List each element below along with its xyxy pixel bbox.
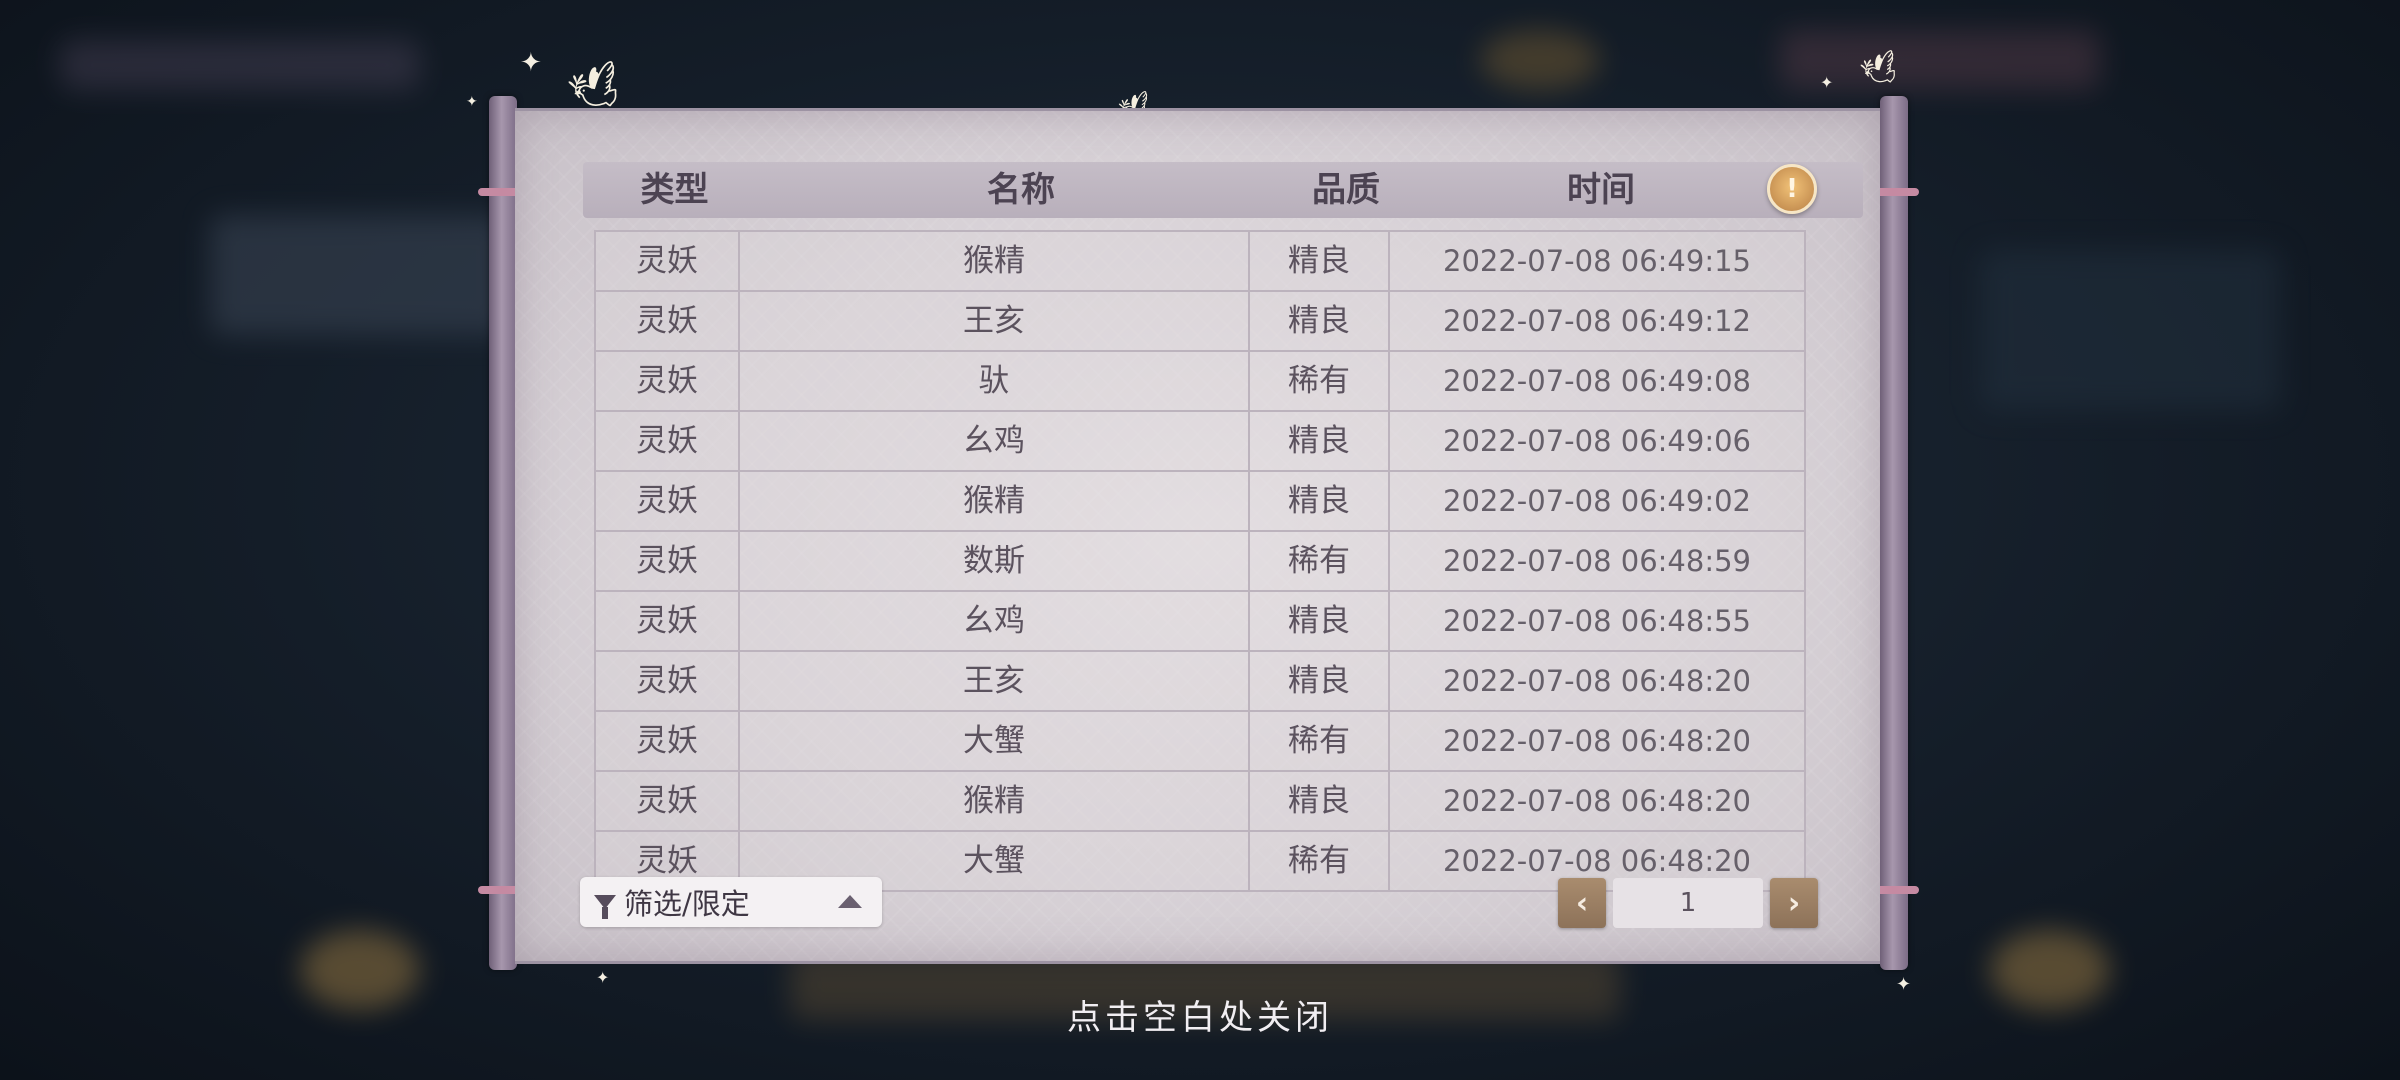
table-header: 类型 名称 品质 时间 — [583, 162, 1863, 218]
background-panel — [210, 215, 510, 335]
cell-name: 数斯 — [740, 532, 1250, 590]
table-row: 灵妖 王亥 精良 2022-07-08 06:48:20 — [594, 652, 1806, 712]
cell-quality: 稀有 — [1250, 712, 1390, 770]
background-title — [60, 40, 420, 90]
cell-type: 灵妖 — [596, 772, 740, 830]
background-coin-icon — [1480, 30, 1600, 90]
next-page-button[interactable]: › — [1770, 878, 1818, 928]
cell-name: 王亥 — [740, 292, 1250, 350]
cell-time: 2022-07-08 06:49:06 — [1443, 424, 1751, 458]
cell-name: 猴精 — [740, 772, 1250, 830]
header-time: 时间 — [1567, 170, 1635, 210]
cell-name: 猴精 — [740, 232, 1250, 290]
cell-type: 灵妖 — [596, 592, 740, 650]
cell-quality: 稀有 — [1250, 352, 1390, 410]
cell-time: 2022-07-08 06:48:20 — [1443, 664, 1751, 698]
table-row: 灵妖 驮 稀有 2022-07-08 06:49:08 — [594, 352, 1806, 412]
cell-type: 灵妖 — [596, 472, 740, 530]
table-row: 灵妖 幺鸡 精良 2022-07-08 06:49:06 — [594, 412, 1806, 472]
header-type: 类型 — [640, 170, 709, 210]
cell-type: 灵妖 — [596, 232, 740, 290]
table-row: 灵妖 猴精 精良 2022-07-08 06:49:15 — [594, 230, 1806, 292]
cell-type: 灵妖 — [596, 412, 740, 470]
cell-time: 2022-07-08 06:48:20 — [1443, 724, 1751, 758]
filter-label: 筛选/限定 — [624, 887, 750, 921]
table-row: 灵妖 猴精 精良 2022-07-08 06:48:20 — [594, 772, 1806, 832]
table-row: 灵妖 大蟹 稀有 2022-07-08 06:48:20 — [594, 712, 1806, 772]
cell-time: 2022-07-08 06:49:02 — [1443, 484, 1751, 518]
header-name: 名称 — [987, 170, 1055, 210]
scroll-rod-right — [1869, 96, 1919, 970]
filter-dropdown[interactable]: 筛选/限定 — [580, 877, 882, 927]
record-table: 灵妖 猴精 精良 2022-07-08 06:49:15 灵妖 王亥 精良 20… — [594, 230, 1806, 892]
cell-time: 2022-07-08 06:48:55 — [1443, 604, 1751, 638]
page-number-field[interactable]: 1 — [1613, 878, 1763, 928]
cell-type: 灵妖 — [596, 652, 740, 710]
sparkle-icon: ✦ — [520, 48, 542, 78]
sparkle-icon: ✦ — [466, 94, 478, 110]
cell-name: 幺鸡 — [740, 592, 1250, 650]
cell-type: 灵妖 — [596, 712, 740, 770]
cell-name: 驮 — [740, 352, 1250, 410]
cell-quality: 精良 — [1250, 232, 1390, 290]
cell-quality: 稀有 — [1250, 832, 1390, 890]
cell-time: 2022-07-08 06:48:20 — [1443, 784, 1751, 818]
background-side-panel — [1980, 250, 2280, 410]
table-row: 灵妖 数斯 稀有 2022-07-08 06:48:59 — [594, 532, 1806, 592]
prev-page-button[interactable]: ‹ — [1558, 878, 1606, 928]
cell-quality: 精良 — [1250, 472, 1390, 530]
cell-name: 猴精 — [740, 472, 1250, 530]
cell-time: 2022-07-08 06:48:59 — [1443, 544, 1751, 578]
sparkle-icon: ✦ — [1820, 73, 1834, 92]
header-quality: 品质 — [1312, 170, 1380, 210]
sparkle-icon: ✦ — [596, 968, 610, 987]
cell-quality: 精良 — [1250, 412, 1390, 470]
cell-quality: 精良 — [1250, 292, 1390, 350]
table-row: 灵妖 幺鸡 精良 2022-07-08 06:48:55 — [594, 592, 1806, 652]
table-row: 灵妖 猴精 精良 2022-07-08 06:49:02 — [594, 472, 1806, 532]
caret-up-icon — [838, 895, 862, 908]
cell-type: 灵妖 — [596, 532, 740, 590]
cell-type: 灵妖 — [596, 292, 740, 350]
cell-quality: 精良 — [1250, 652, 1390, 710]
cell-name: 王亥 — [740, 652, 1250, 710]
chevron-left-icon: ‹ — [1575, 885, 1589, 921]
filter-icon — [594, 895, 616, 919]
chevron-right-icon: › — [1787, 885, 1801, 921]
cell-time: 2022-07-08 06:49:12 — [1443, 304, 1751, 338]
cell-time: 2022-07-08 06:49:15 — [1443, 244, 1751, 278]
close-hint-text[interactable]: 点击空白处关闭 — [0, 990, 2400, 1039]
cell-quality: 精良 — [1250, 592, 1390, 650]
cell-quality: 稀有 — [1250, 532, 1390, 590]
info-button[interactable]: ! — [1767, 164, 1817, 214]
scroll-rod-left — [478, 96, 528, 970]
info-icon: ! — [1786, 174, 1798, 204]
cell-name: 大蟹 — [740, 712, 1250, 770]
cell-name: 幺鸡 — [740, 412, 1250, 470]
table-row: 灵妖 王亥 精良 2022-07-08 06:49:12 — [594, 292, 1806, 352]
cell-type: 灵妖 — [596, 352, 740, 410]
cell-time: 2022-07-08 06:49:08 — [1443, 364, 1751, 398]
cell-quality: 精良 — [1250, 772, 1390, 830]
